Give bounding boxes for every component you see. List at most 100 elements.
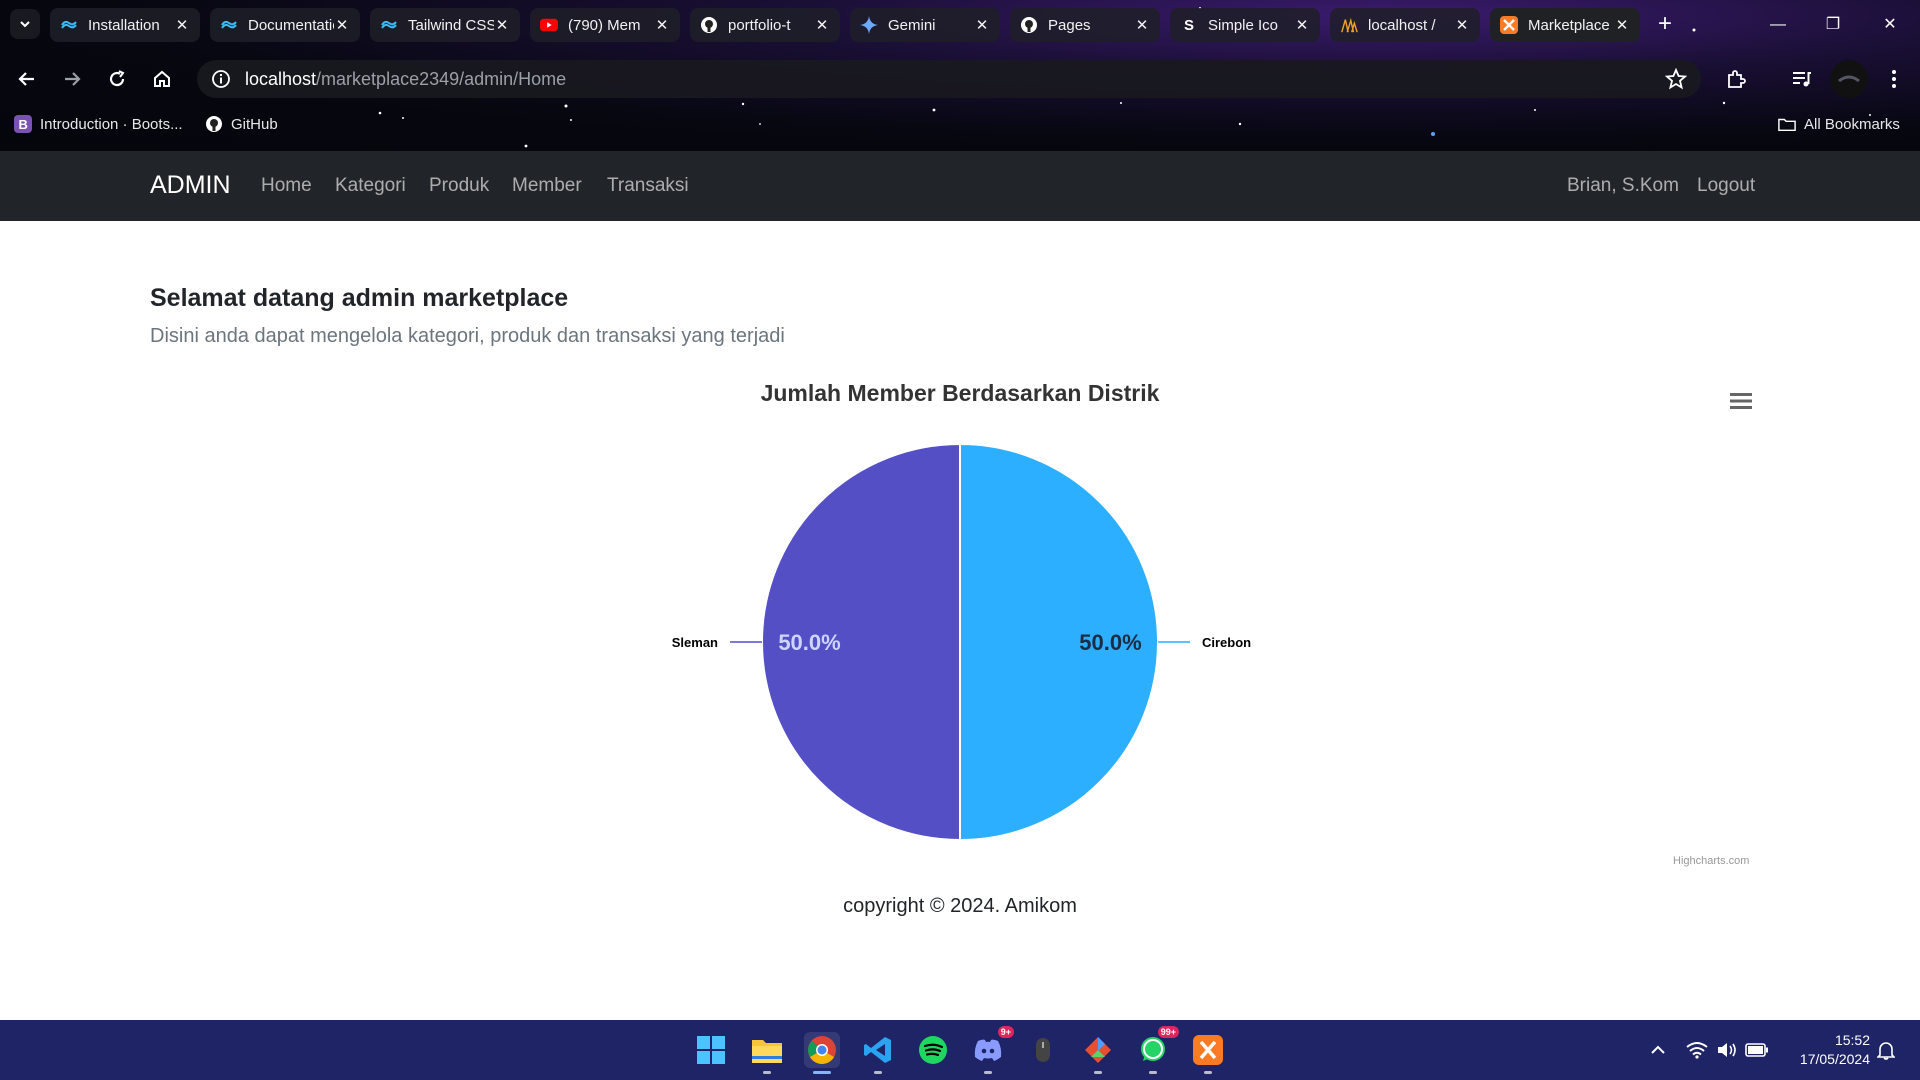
tab-title: Pages <box>1048 16 1091 34</box>
nav-link-home[interactable]: Home <box>261 175 312 197</box>
mouse-app-icon[interactable] <box>1025 1032 1061 1068</box>
tab-title: Documentation <box>248 16 334 34</box>
tab-documentation[interactable]: Documentation ✕ <box>210 8 360 42</box>
all-bookmarks-label: All Bookmarks <box>1804 115 1900 133</box>
taskbar-running-indicator <box>763 1071 771 1074</box>
tab-title: (790) Mem <box>568 16 641 34</box>
nav-link-transaksi[interactable]: Transaksi <box>607 175 689 197</box>
bookmarks-bar: B Introduction · Boots... GitHub All Boo… <box>0 112 1920 140</box>
tab-tailwind[interactable]: Tailwind CSS ✕ <box>370 8 520 42</box>
folder-icon <box>1778 115 1796 133</box>
tab-pages[interactable]: Pages ✕ <box>1010 8 1160 42</box>
nav-link-member[interactable]: Member <box>512 175 582 197</box>
svg-text:B: B <box>19 117 28 132</box>
pie-chart-container: Jumlah Member Berdasarkan Distrik 50.0% C… <box>0 370 1920 870</box>
close-icon[interactable]: ✕ <box>814 16 830 34</box>
clock-time: 15:52 <box>1834 1032 1870 1048</box>
git-icon[interactable] <box>1080 1032 1116 1068</box>
restore-icon[interactable]: ❐ <box>1813 10 1853 40</box>
youtube-icon <box>540 16 558 34</box>
tab-portfolio[interactable]: portfolio-t ✕ <box>690 8 840 42</box>
simpleicons-icon: S <box>1183 16 1194 34</box>
file-explorer-icon[interactable] <box>749 1032 785 1068</box>
close-icon[interactable]: ✕ <box>1294 16 1310 34</box>
close-icon[interactable]: ✕ <box>1134 16 1150 34</box>
discord-icon[interactable]: 9+ <box>970 1026 1014 1068</box>
chrome-icon[interactable] <box>804 1032 840 1068</box>
whatsapp-notification-badge: 99+ <box>1157 1026 1179 1038</box>
whatsapp-icon[interactable]: 99+ <box>1135 1026 1179 1068</box>
close-icon[interactable]: ✕ <box>1454 16 1470 34</box>
nav-logout-link[interactable]: Logout <box>1697 175 1755 197</box>
nav-user-name[interactable]: Brian, S.Kom <box>1567 175 1679 197</box>
page-footer: copyright © 2024. Amikom <box>843 895 1077 917</box>
nav-link-produk[interactable]: Produk <box>429 175 489 197</box>
tab-strip: Installation ✕ Documentation ✕ Tailwind … <box>0 0 1920 50</box>
github-icon <box>205 115 223 133</box>
address-bar[interactable]: localhost/marketplace2349/admin/Home <box>197 60 1701 98</box>
hamburger-icon[interactable] <box>1730 392 1752 410</box>
reload-icon[interactable] <box>100 62 134 96</box>
tab-marketplace-active[interactable]: Marketplace ✕ <box>1490 8 1640 42</box>
tab-simple-icons[interactable]: S Simple Ico ✕ <box>1170 8 1320 42</box>
windows-start-icon[interactable] <box>693 1032 729 1068</box>
nav-link-kategori[interactable]: Kategori <box>335 175 406 197</box>
volume-icon[interactable] <box>1715 1038 1739 1062</box>
forward-arrow-icon[interactable] <box>55 62 89 96</box>
close-icon[interactable]: ✕ <box>174 16 190 34</box>
tab-gemini[interactable]: Gemini ✕ <box>850 8 1000 42</box>
close-icon[interactable]: ✕ <box>974 16 990 34</box>
windows-taskbar: 9+ 99+ 15:52 17/05/2024 <box>0 1020 1920 1080</box>
profile-avatar-icon[interactable] <box>1830 60 1868 98</box>
taskbar-running-indicator <box>1204 1071 1212 1074</box>
kebab-menu-icon[interactable] <box>1877 62 1911 96</box>
page-lead-text: Disini anda dapat mengelola kategori, pr… <box>150 325 785 347</box>
url-text: localhost/marketplace2349/admin/Home <box>245 69 566 90</box>
chart-credits[interactable]: Highcharts.com <box>1673 855 1749 867</box>
battery-icon[interactable] <box>1745 1038 1769 1062</box>
bookmark-bootstrap[interactable]: B Introduction · Boots... <box>14 115 183 133</box>
close-icon[interactable]: ✕ <box>654 16 670 34</box>
close-icon[interactable]: ✕ <box>1614 16 1630 34</box>
tab-phpmyadmin[interactable]: localhost / ✕ <box>1330 8 1480 42</box>
pie-category-label-cirebon: Cirebon <box>1202 635 1251 650</box>
extensions-puzzle-icon[interactable] <box>1719 62 1753 96</box>
tab-title: localhost / <box>1368 16 1436 34</box>
wifi-icon[interactable] <box>1685 1038 1709 1062</box>
tab-title: Marketplace <box>1528 16 1610 34</box>
close-icon[interactable]: ✕ <box>494 16 510 34</box>
media-controls-icon[interactable] <box>1784 62 1818 96</box>
system-clock[interactable]: 15:52 17/05/2024 <box>1770 1031 1870 1069</box>
taskbar-running-indicator <box>874 1071 882 1074</box>
gemini-icon <box>860 16 878 34</box>
bookmark-star-icon[interactable] <box>1664 67 1688 95</box>
all-bookmarks-button[interactable]: All Bookmarks <box>1778 115 1900 133</box>
discord-notification-badge: 9+ <box>997 1026 1014 1038</box>
window-close-icon[interactable]: ✕ <box>1870 10 1910 40</box>
home-icon[interactable] <box>145 62 179 96</box>
back-arrow-icon[interactable] <box>10 62 44 96</box>
xampp-icon[interactable] <box>1190 1032 1226 1068</box>
taskbar-active-indicator <box>813 1071 831 1074</box>
close-icon[interactable]: ✕ <box>334 16 350 34</box>
tab-title: Installation <box>88 16 160 34</box>
tab-search-button[interactable] <box>10 9 40 39</box>
tray-chevron-up-icon[interactable] <box>1646 1038 1670 1062</box>
minimize-icon[interactable]: — <box>1758 10 1798 40</box>
tab-title: portfolio-t <box>728 16 791 34</box>
pie-percentage-label-cirebon: 50.0% <box>1079 630 1141 655</box>
site-info-icon[interactable] <box>209 67 233 91</box>
tab-title: Gemini <box>888 16 936 34</box>
navbar-brand[interactable]: ADMIN <box>150 171 231 200</box>
tailwind-icon <box>220 16 238 34</box>
spotify-icon[interactable] <box>915 1032 951 1068</box>
bookmark-github[interactable]: GitHub <box>205 115 278 133</box>
admin-navbar: ADMIN Home Kategori Produk Member Transa… <box>0 151 1920 221</box>
taskbar-running-indicator <box>984 1071 992 1074</box>
notification-bell-icon[interactable] <box>1874 1038 1898 1062</box>
new-tab-plus-icon[interactable]: + <box>1650 10 1680 40</box>
tab-title: Simple Ico <box>1208 16 1279 34</box>
tab-youtube[interactable]: (790) Mem ✕ <box>530 8 680 42</box>
vscode-icon[interactable] <box>860 1032 896 1068</box>
tab-installation[interactable]: Installation ✕ <box>50 8 200 42</box>
